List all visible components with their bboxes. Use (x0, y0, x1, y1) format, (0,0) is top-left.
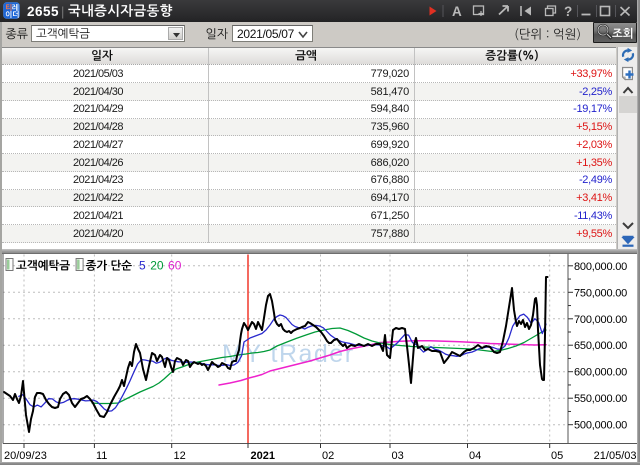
svg-text:52060: 52060 (139, 259, 182, 273)
svg-text:2021: 2021 (251, 450, 275, 462)
svg-text:20/09/23: 20/09/23 (4, 450, 47, 462)
svg-text:750,000.00: 750,000.00 (574, 287, 627, 299)
svg-text:21/05/03: 21/05/03 (594, 450, 637, 462)
svg-text:600,000.00: 600,000.00 (574, 367, 627, 379)
svg-text:500,000.00: 500,000.00 (574, 420, 627, 432)
svg-text:03: 03 (392, 450, 404, 462)
svg-text:650,000.00: 650,000.00 (574, 340, 627, 352)
svg-text:800,000.00: 800,000.00 (574, 261, 627, 273)
svg-text:04: 04 (469, 450, 481, 462)
svg-text:11: 11 (96, 450, 107, 462)
svg-text:12: 12 (174, 450, 186, 462)
svg-text:700,000.00: 700,000.00 (574, 314, 627, 326)
svg-text:550,000.00: 550,000.00 (574, 393, 627, 405)
svg-text:02: 02 (322, 450, 334, 462)
svg-text:05: 05 (551, 450, 563, 462)
